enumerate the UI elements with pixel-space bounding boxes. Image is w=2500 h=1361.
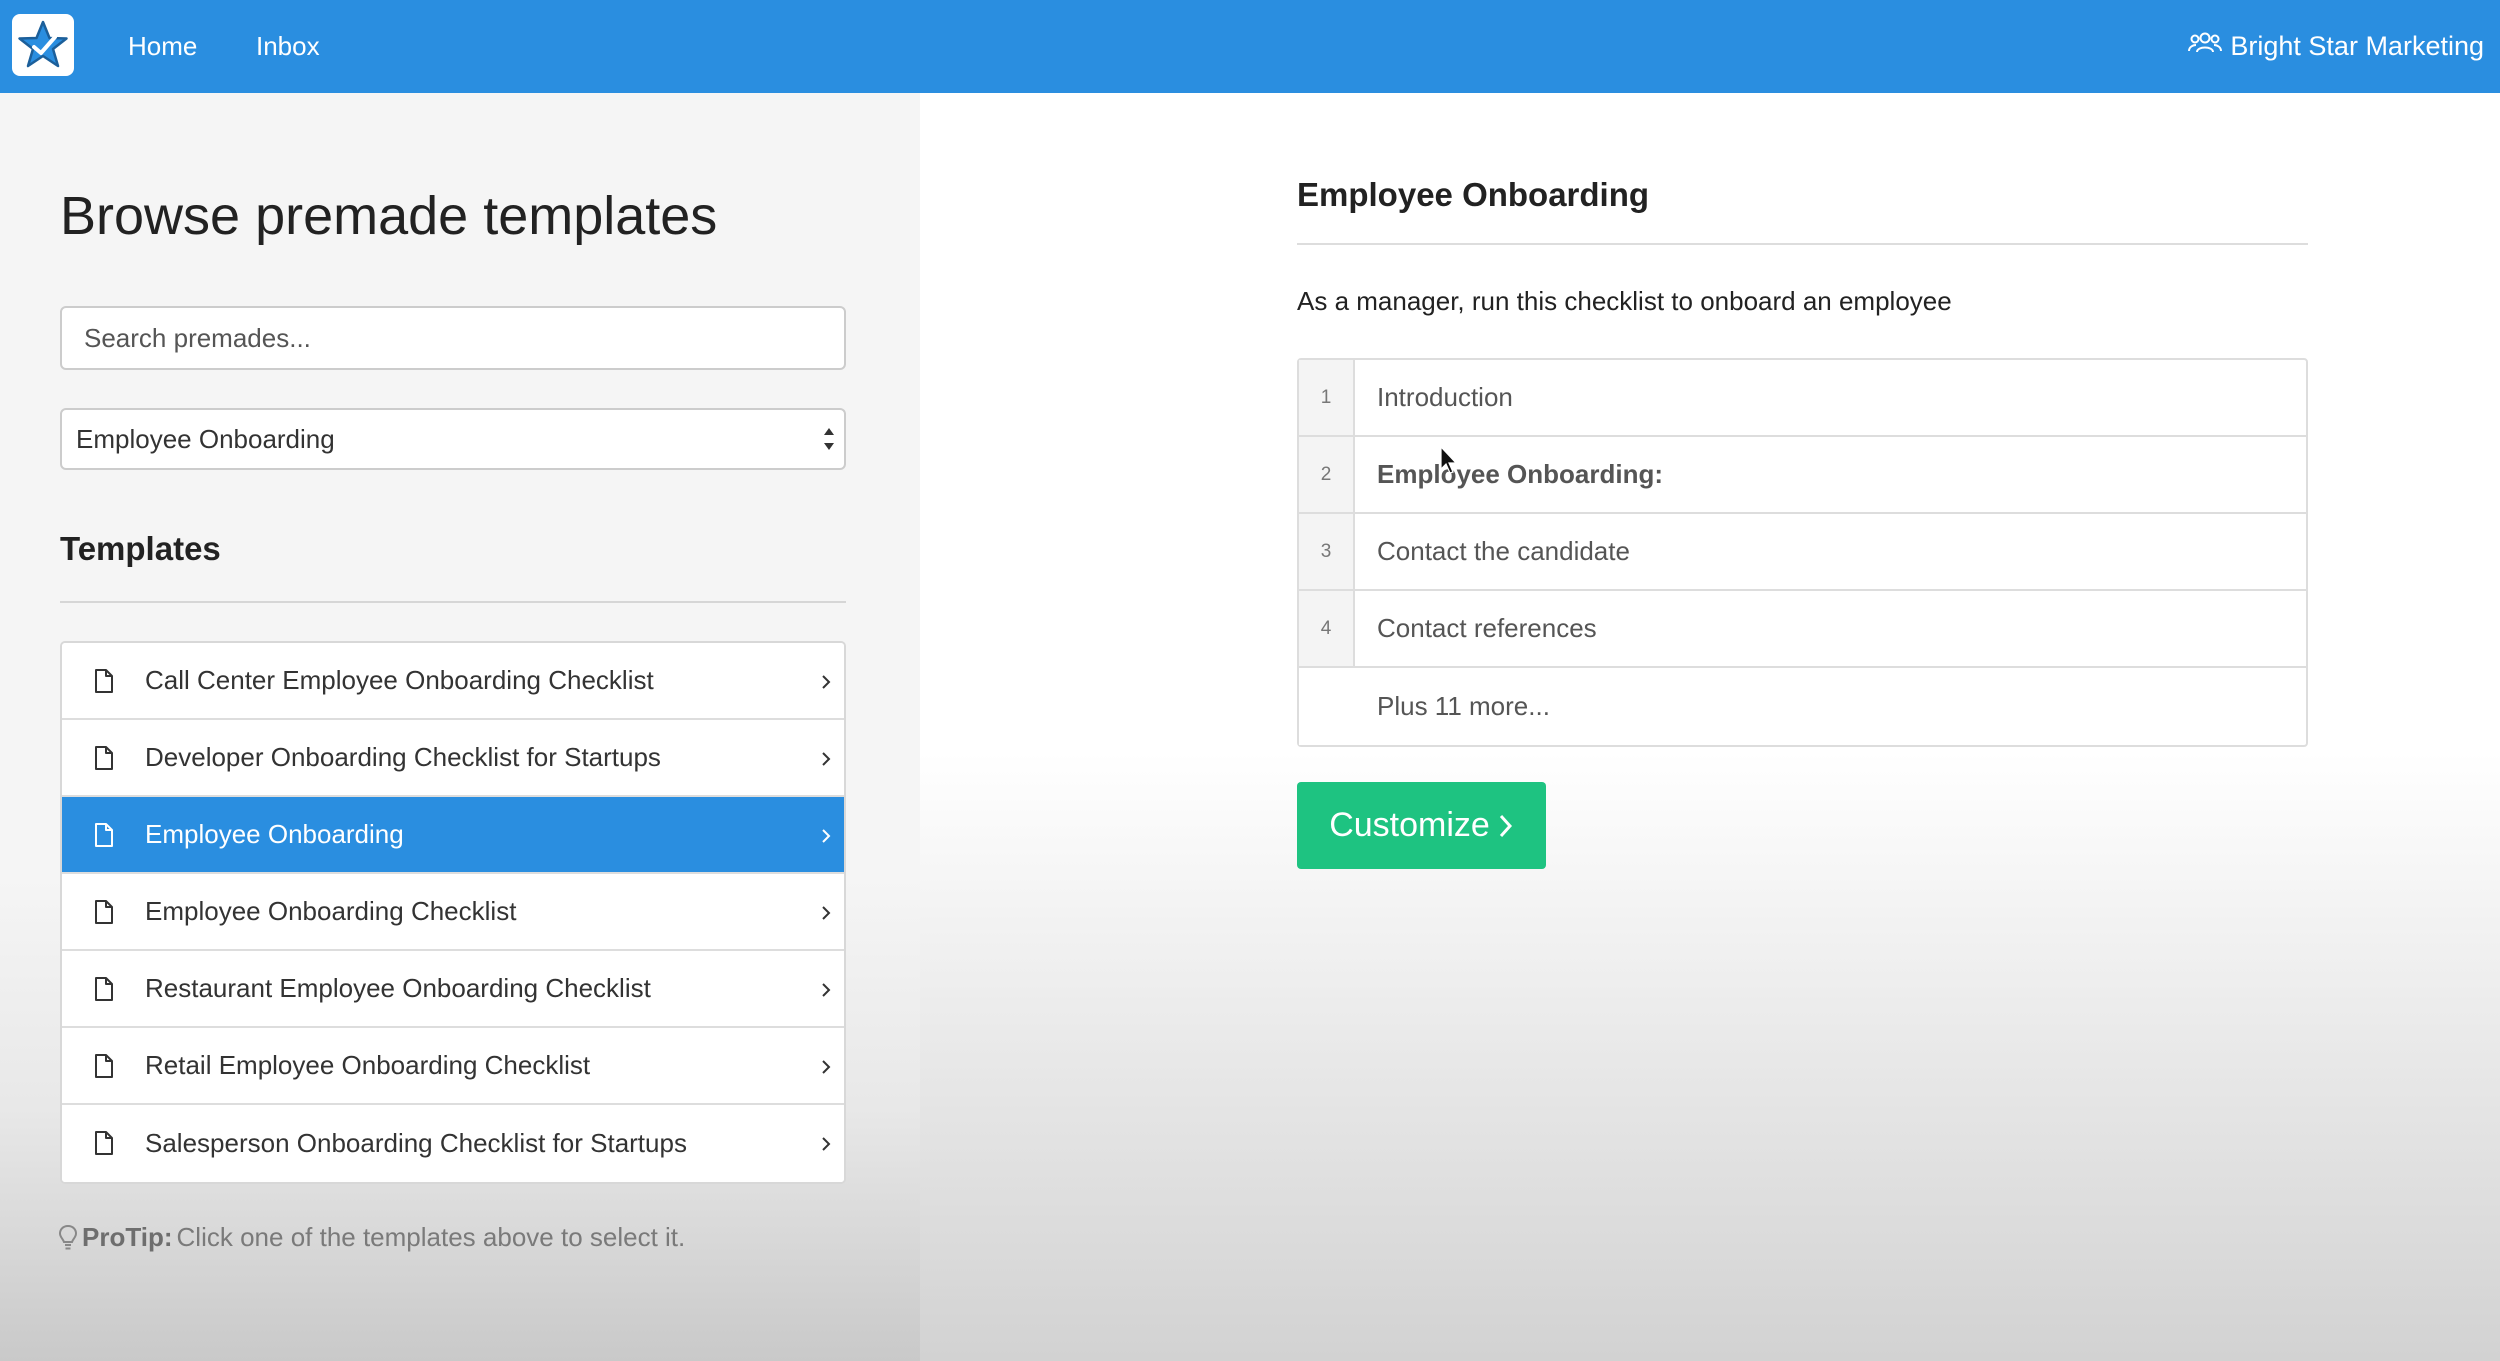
chevron-right-icon — [822, 906, 831, 920]
step-text: Contact references — [1377, 613, 1597, 643]
more-steps-row: Plus 11 more... — [1299, 668, 2306, 745]
template-item[interactable]: Developer Onboarding Checklist for Start… — [62, 720, 844, 797]
customize-button-label: Customize — [1329, 806, 1490, 844]
select-arrows-icon — [824, 428, 834, 450]
template-item-label: Developer Onboarding Checklist for Start… — [145, 742, 661, 772]
chevron-right-icon — [822, 829, 831, 843]
template-detail-title: Employee Onboarding — [1297, 176, 1650, 213]
step-row: 1 Introduction — [1299, 360, 2306, 437]
chevron-right-icon — [822, 983, 831, 997]
protip-label: ProTip: — [82, 1222, 173, 1252]
file-icon — [95, 977, 113, 1001]
organization-name: Bright Star Marketing — [2230, 31, 2484, 61]
template-item-label: Salesperson Onboarding Checklist for Sta… — [145, 1128, 687, 1158]
divider — [60, 601, 846, 603]
template-item[interactable]: Employee Onboarding Checklist — [62, 874, 844, 951]
chevron-right-icon — [1499, 814, 1512, 837]
step-number: 1 — [1299, 360, 1355, 435]
template-item-label: Restaurant Employee Onboarding Checklist — [145, 973, 651, 1003]
category-select-value: Employee Onboarding — [76, 424, 335, 454]
template-description: As a manager, run this checklist to onbo… — [1297, 286, 1952, 316]
step-number: 2 — [1299, 437, 1355, 512]
template-item-selected[interactable]: Employee Onboarding — [62, 797, 844, 874]
step-number: 3 — [1299, 514, 1355, 589]
chevron-right-icon — [822, 675, 831, 689]
template-item[interactable]: Call Center Employee Onboarding Checklis… — [62, 643, 844, 720]
step-number: 4 — [1299, 591, 1355, 666]
step-row: 4 Contact references — [1299, 591, 2306, 668]
category-select[interactable]: Employee Onboarding — [60, 408, 846, 470]
nav-home-link[interactable]: Home — [128, 0, 197, 93]
templates-heading: Templates — [60, 530, 221, 567]
mouse-cursor-icon — [1440, 446, 1458, 474]
file-icon — [95, 1054, 113, 1078]
step-text: Contact the candidate — [1377, 536, 1630, 566]
star-logo-icon[interactable] — [12, 14, 74, 76]
chevron-right-icon — [822, 1060, 831, 1074]
more-steps-text: Plus 11 more... — [1377, 691, 1550, 721]
template-item-label: Employee Onboarding Checklist — [145, 896, 517, 926]
template-item-label: Employee Onboarding — [145, 819, 404, 849]
protip: ProTip: Click one of the templates above… — [58, 1222, 685, 1253]
step-heading-text: Employee Onboarding: — [1377, 459, 1664, 489]
template-item[interactable]: Restaurant Employee Onboarding Checklist — [62, 951, 844, 1028]
template-item[interactable]: Retail Employee Onboarding Checklist — [62, 1028, 844, 1105]
file-icon — [95, 669, 113, 693]
step-preview-list: 1 Introduction 2 Employee Onboarding: 3 … — [1297, 358, 2308, 747]
step-number-empty — [1299, 668, 1355, 745]
page-title: Browse premade templates — [60, 186, 718, 246]
customize-button[interactable]: Customize — [1297, 782, 1546, 869]
lightbulb-icon — [58, 1224, 78, 1249]
template-list: Call Center Employee Onboarding Checklis… — [60, 641, 846, 1184]
step-row: 3 Contact the candidate — [1299, 514, 2306, 591]
search-input[interactable] — [60, 306, 846, 370]
template-item-label: Retail Employee Onboarding Checklist — [145, 1050, 591, 1080]
users-icon — [2188, 31, 2223, 62]
file-icon — [95, 746, 113, 770]
nav-inbox-link[interactable]: Inbox — [256, 0, 320, 93]
step-text: Introduction — [1377, 382, 1513, 412]
template-item[interactable]: Salesperson Onboarding Checklist for Sta… — [62, 1105, 844, 1182]
protip-text: Click one of the templates above to sele… — [176, 1222, 686, 1252]
organization-menu[interactable]: Bright Star Marketing — [2188, 0, 2484, 93]
file-icon — [95, 900, 113, 924]
top-navbar: Home Inbox Bright Star Marketing — [0, 0, 2500, 93]
divider — [1297, 243, 2308, 245]
template-item-label: Call Center Employee Onboarding Checklis… — [145, 665, 654, 695]
chevron-right-icon — [822, 752, 831, 766]
chevron-right-icon — [822, 1137, 831, 1151]
file-icon — [95, 1131, 113, 1155]
file-icon — [95, 823, 113, 847]
